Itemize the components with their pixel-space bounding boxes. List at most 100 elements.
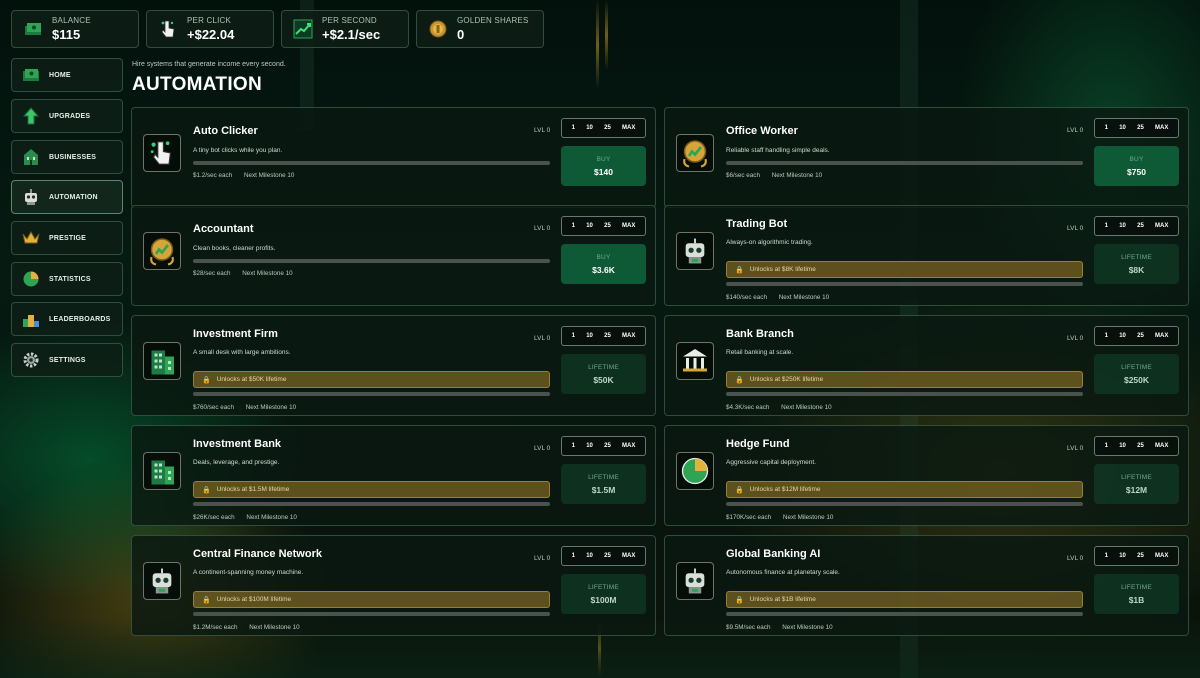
buy-button-price: $100M xyxy=(590,594,617,605)
quantity-option-25[interactable]: 25 xyxy=(1137,125,1144,131)
nav-item-businesses[interactable]: BUSINESSES xyxy=(11,140,123,174)
crown-icon xyxy=(21,228,41,248)
card-level: LVL 0 xyxy=(534,555,551,562)
quantity-option-25[interactable]: 25 xyxy=(1137,223,1144,229)
nav-item-statistics[interactable]: STATISTICS xyxy=(11,262,123,296)
quantity-option-max[interactable]: MAX xyxy=(622,553,635,559)
quantity-option-10[interactable]: 10 xyxy=(586,553,593,559)
card-description: A small desk with large ambitions. xyxy=(193,349,291,356)
quantity-option-1[interactable]: 1 xyxy=(1105,125,1108,131)
income-rate: $4.3K/sec each xyxy=(726,404,770,411)
quantity-option-25[interactable]: 25 xyxy=(604,333,611,339)
quantity-option-1[interactable]: 1 xyxy=(1105,553,1108,559)
buy-button[interactable]: LIFETIME $1.5M xyxy=(561,464,646,504)
nav-item-prestige[interactable]: PRESTIGE xyxy=(11,221,123,255)
stat-value: 0 xyxy=(457,27,465,42)
buy-button[interactable]: LIFETIME $250K xyxy=(1094,354,1179,394)
quantity-option-max[interactable]: MAX xyxy=(1155,443,1168,449)
quantity-option-max[interactable]: MAX xyxy=(622,125,635,131)
buy-button[interactable]: LIFETIME $12M xyxy=(1094,464,1179,504)
quantity-option-25[interactable]: 25 xyxy=(1137,553,1144,559)
stat-label: PER SECOND xyxy=(322,16,377,25)
nav-item-upgrades[interactable]: UPGRADES xyxy=(11,99,123,133)
background-light-streak xyxy=(596,0,599,90)
quantity-option-1[interactable]: 1 xyxy=(572,333,575,339)
quantity-option-25[interactable]: 25 xyxy=(604,443,611,449)
buy-button[interactable]: BUY $3.6K xyxy=(561,244,646,284)
quantity-option-10[interactable]: 10 xyxy=(586,443,593,449)
quantity-option-25[interactable]: 25 xyxy=(604,553,611,559)
nav-label: STATISTICS xyxy=(49,275,91,283)
quantity-option-1[interactable]: 1 xyxy=(572,223,575,229)
card-description: A continent-spanning money machine. xyxy=(193,569,304,576)
buy-button[interactable]: LIFETIME $50K xyxy=(561,354,646,394)
nav-item-home[interactable]: HOME xyxy=(11,58,123,92)
quantity-option-10[interactable]: 10 xyxy=(1119,125,1126,131)
quantity-option-max[interactable]: MAX xyxy=(622,223,635,229)
quantity-option-max[interactable]: MAX xyxy=(1155,333,1168,339)
quantity-selector: 1 10 25 MAX xyxy=(1094,546,1179,566)
income-rate: $28/sec each xyxy=(193,270,231,277)
automation-card-hedge-fund: Hedge Fund LVL 0 Aggressive capital depl… xyxy=(664,425,1189,526)
stat-per-click: PER CLICK +$22.04 xyxy=(146,10,274,48)
lock-icon: 🔒 xyxy=(735,266,744,274)
quantity-option-max[interactable]: MAX xyxy=(622,333,635,339)
quantity-option-10[interactable]: 10 xyxy=(586,125,593,131)
buy-button-label: LIFETIME xyxy=(588,583,619,591)
stat-value: +$2.1/sec xyxy=(322,27,381,42)
quantity-option-25[interactable]: 25 xyxy=(604,125,611,131)
nav-item-settings[interactable]: SETTINGS xyxy=(11,343,123,377)
quantity-option-max[interactable]: MAX xyxy=(1155,223,1168,229)
gold-medal-icon xyxy=(683,140,707,168)
quantity-option-max[interactable]: MAX xyxy=(1155,125,1168,131)
buy-button-price: $1B xyxy=(1128,594,1145,605)
card-meta: $1.2/sec each Next Milestone 10 xyxy=(193,172,304,179)
buy-button[interactable]: LIFETIME $1B xyxy=(1094,574,1179,614)
quantity-option-1[interactable]: 1 xyxy=(1105,333,1108,339)
pointer-click-icon xyxy=(150,141,172,165)
quantity-option-25[interactable]: 25 xyxy=(1137,333,1144,339)
quantity-option-10[interactable]: 10 xyxy=(1119,333,1126,339)
quantity-option-25[interactable]: 25 xyxy=(604,223,611,229)
card-description: Deals, leverage, and prestige. xyxy=(193,459,280,466)
quantity-option-10[interactable]: 10 xyxy=(1119,553,1126,559)
quantity-option-10[interactable]: 10 xyxy=(586,333,593,339)
next-milestone: Next Milestone 10 xyxy=(782,624,833,631)
nav-item-leaderboards[interactable]: LEADERBOARDS xyxy=(11,302,123,336)
card-meta: $28/sec each Next Milestone 10 xyxy=(193,270,303,277)
quantity-option-1[interactable]: 1 xyxy=(572,443,575,449)
progress-bar xyxy=(193,161,550,165)
quantity-option-max[interactable]: MAX xyxy=(622,443,635,449)
card-level: LVL 0 xyxy=(534,225,551,232)
quantity-option-10[interactable]: 10 xyxy=(586,223,593,229)
stat-label: GOLDEN SHARES xyxy=(457,16,529,25)
lock-icon: 🔒 xyxy=(202,486,211,494)
buy-button[interactable]: LIFETIME $8K xyxy=(1094,244,1179,284)
nav-item-automation[interactable]: AUTOMATION xyxy=(11,180,123,214)
stat-label: BALANCE xyxy=(52,16,91,25)
income-rate: $170K/sec each xyxy=(726,514,772,521)
buy-button[interactable]: BUY $750 xyxy=(1094,146,1179,186)
next-milestone: Next Milestone 10 xyxy=(243,172,295,179)
quantity-option-25[interactable]: 25 xyxy=(1137,443,1144,449)
quantity-option-1[interactable]: 1 xyxy=(1105,443,1108,449)
quantity-option-1[interactable]: 1 xyxy=(572,553,575,559)
pie-chart-icon xyxy=(681,457,709,485)
buy-button-price: $8K xyxy=(1128,264,1145,275)
robot-icon xyxy=(152,568,172,594)
next-milestone: Next Milestone 10 xyxy=(249,624,300,631)
gear-icon xyxy=(21,350,41,370)
quantity-option-10[interactable]: 10 xyxy=(1119,223,1126,229)
buy-button[interactable]: LIFETIME $100M xyxy=(561,574,646,614)
buy-button[interactable]: BUY $140 xyxy=(561,146,646,186)
buy-button-price: $50K xyxy=(593,374,614,385)
card-name: Hedge Fund xyxy=(726,438,790,450)
progress-bar xyxy=(726,392,1083,396)
quantity-option-1[interactable]: 1 xyxy=(572,125,575,131)
quantity-option-1[interactable]: 1 xyxy=(1105,223,1108,229)
quantity-option-10[interactable]: 10 xyxy=(1119,443,1126,449)
quantity-option-max[interactable]: MAX xyxy=(1155,553,1168,559)
card-icon-box xyxy=(676,342,714,380)
card-meta: $6/sec each Next Milestone 10 xyxy=(726,172,832,179)
stat-balance: BALANCE $115 xyxy=(11,10,139,48)
